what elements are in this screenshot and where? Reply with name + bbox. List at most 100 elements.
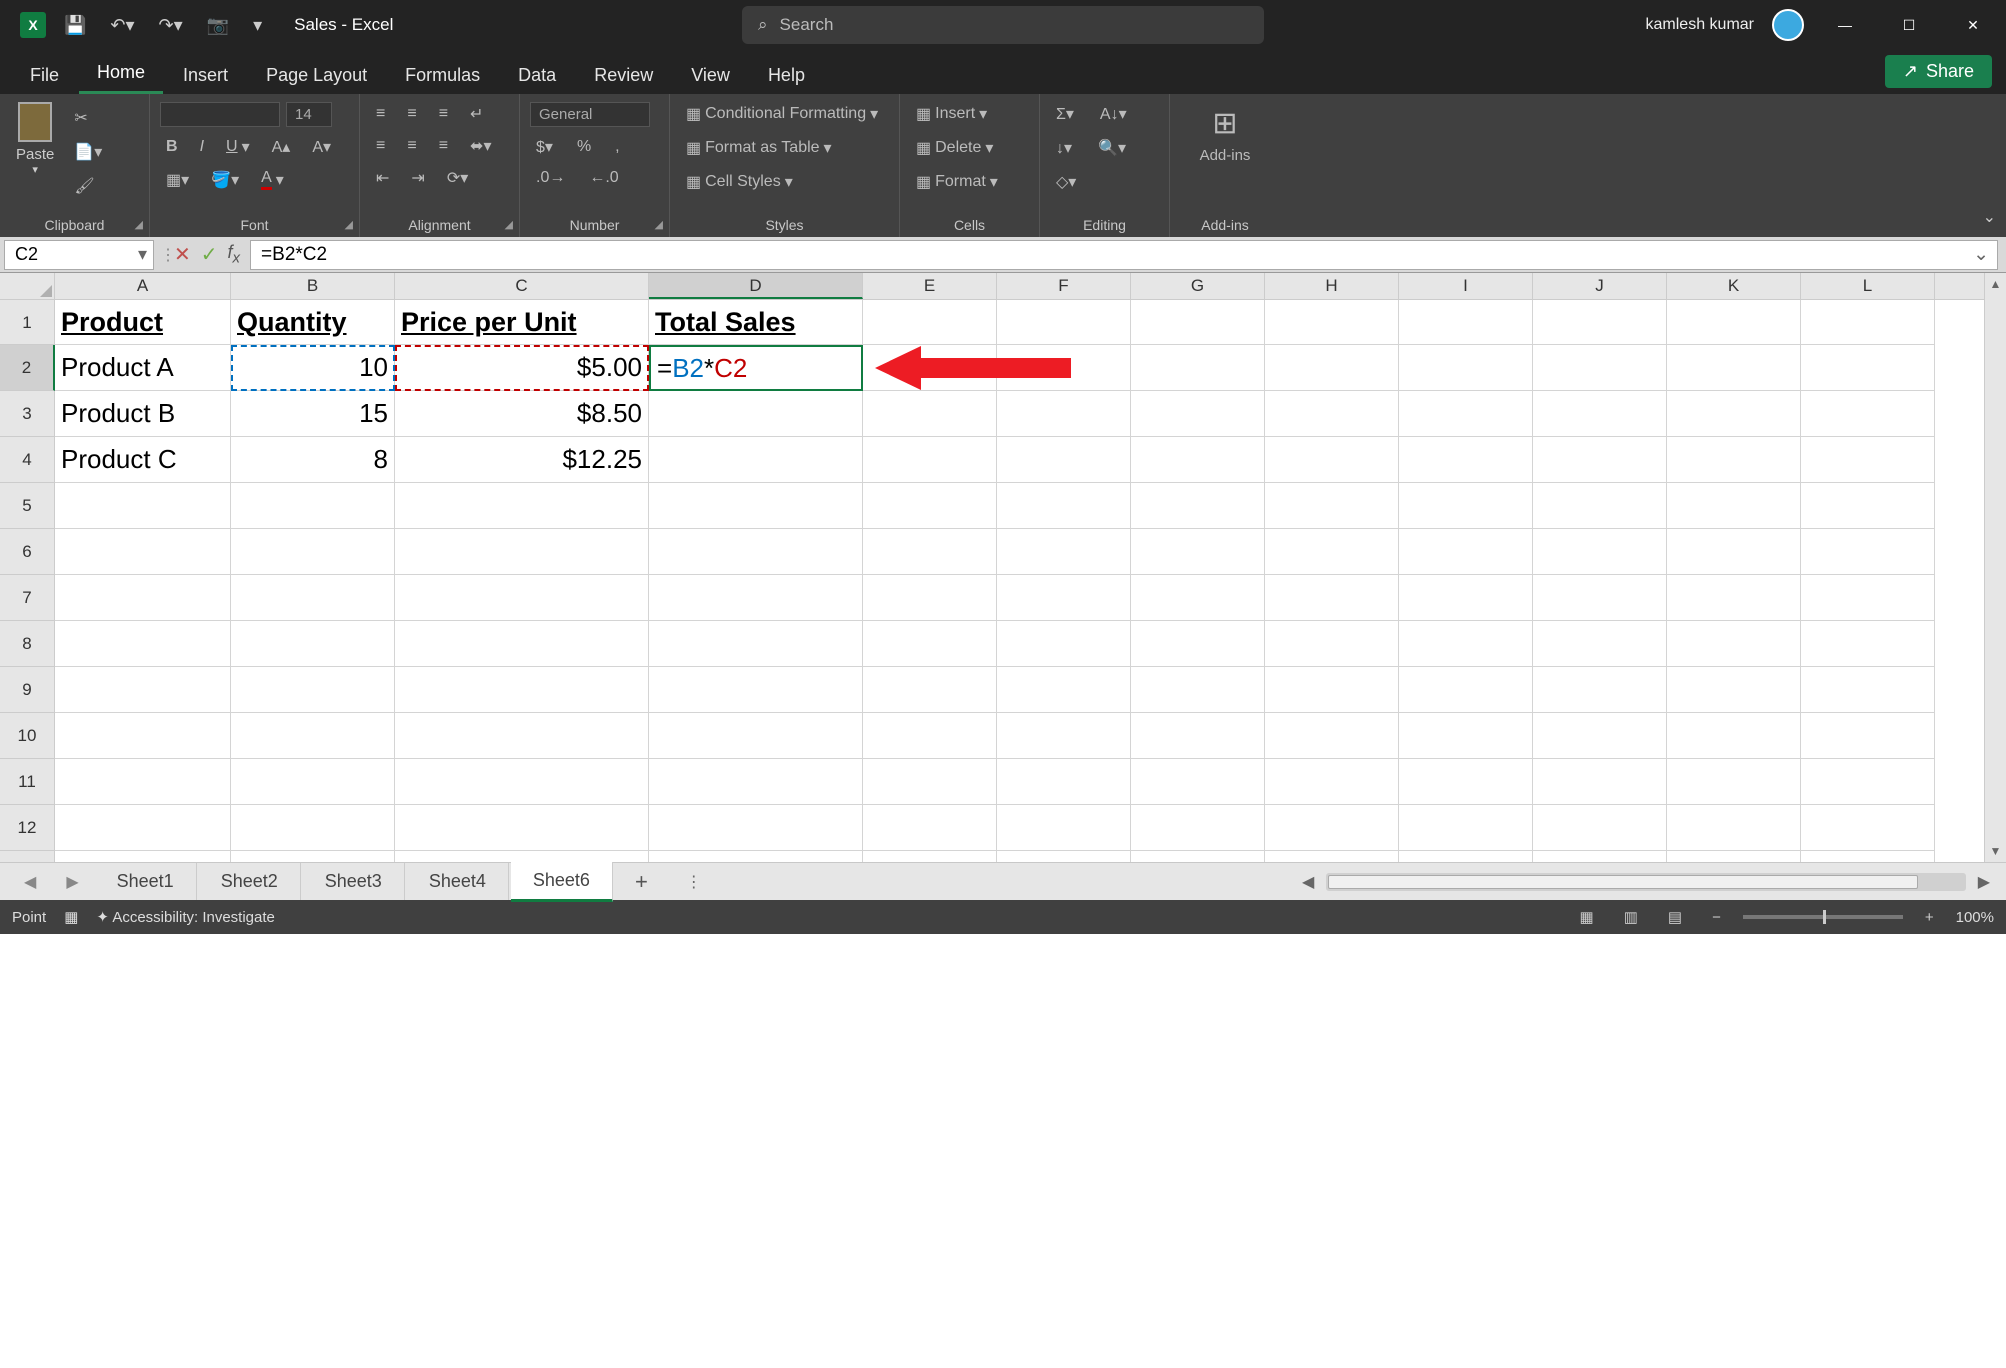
cell[interactable]: [1399, 345, 1533, 391]
sheet-tab-1[interactable]: Sheet1: [95, 863, 197, 900]
cell[interactable]: [649, 759, 863, 805]
cell-B1[interactable]: Quantity: [231, 300, 395, 345]
cell[interactable]: [997, 575, 1131, 621]
cell[interactable]: [1533, 851, 1667, 862]
font-size-input[interactable]: [286, 102, 332, 127]
cell[interactable]: [1801, 851, 1935, 862]
comma-button[interactable]: ,: [609, 135, 625, 159]
cell[interactable]: [55, 851, 231, 862]
decrease-decimal-button[interactable]: ←.0: [583, 167, 624, 189]
active-cell-D2[interactable]: =B2*C2: [649, 345, 863, 391]
accounting-button[interactable]: $▾: [530, 135, 559, 159]
cell[interactable]: [1265, 805, 1399, 851]
borders-button[interactable]: ▦▾: [160, 167, 195, 192]
col-header-K[interactable]: K: [1667, 273, 1801, 299]
cell[interactable]: [649, 529, 863, 575]
cell[interactable]: [395, 483, 649, 529]
cell[interactable]: [1667, 713, 1801, 759]
row-header-9[interactable]: 9: [0, 667, 55, 713]
enter-formula-icon[interactable]: ✓: [201, 242, 218, 267]
sheet-menu-icon[interactable]: ⋮: [670, 872, 718, 892]
avatar[interactable]: [1772, 9, 1804, 41]
cell-C2[interactable]: $5.00: [395, 345, 649, 391]
autosum-button[interactable]: Σ▾: [1050, 102, 1080, 126]
save-icon[interactable]: 💾: [58, 15, 92, 36]
cell[interactable]: [1399, 851, 1533, 862]
cell[interactable]: [649, 667, 863, 713]
camera-icon[interactable]: 📷: [201, 15, 235, 36]
cell[interactable]: [1399, 437, 1533, 483]
cancel-formula-icon[interactable]: ✕: [174, 242, 191, 267]
alignment-dialog-icon[interactable]: ◢: [505, 218, 513, 231]
undo-button[interactable]: ↶▾: [104, 15, 140, 36]
cell-B4[interactable]: 8: [231, 437, 395, 483]
conditional-formatting-button[interactable]: ▦ Conditional Formatting ▾: [680, 102, 889, 126]
cell[interactable]: [1399, 759, 1533, 805]
cell[interactable]: [863, 805, 997, 851]
cell[interactable]: [1131, 345, 1265, 391]
cell[interactable]: [1399, 529, 1533, 575]
cell[interactable]: [1667, 437, 1801, 483]
expand-formula-bar-icon[interactable]: ⌄: [1973, 243, 1989, 266]
view-normal-icon[interactable]: ▦: [1572, 906, 1602, 928]
find-button[interactable]: 🔍▾: [1092, 136, 1132, 160]
cell[interactable]: [1801, 621, 1935, 667]
cell[interactable]: [649, 621, 863, 667]
cell[interactable]: [231, 529, 395, 575]
addins-icon[interactable]: ⊞: [1180, 106, 1270, 141]
insert-cells-button[interactable]: ▦ Insert ▾: [910, 102, 1029, 126]
cell[interactable]: [1265, 345, 1399, 391]
orientation-button[interactable]: ⟳▾: [441, 166, 474, 190]
cell[interactable]: [863, 575, 997, 621]
cell[interactable]: [997, 300, 1131, 345]
cell[interactable]: [1533, 759, 1667, 805]
col-header-D[interactable]: D: [649, 273, 863, 299]
cell[interactable]: [1667, 345, 1801, 391]
cell[interactable]: [1801, 437, 1935, 483]
underline-button[interactable]: U▾: [220, 135, 256, 159]
cell[interactable]: [1399, 575, 1533, 621]
cell[interactable]: [1533, 575, 1667, 621]
bold-button[interactable]: B: [160, 135, 184, 159]
cell[interactable]: [231, 483, 395, 529]
cell[interactable]: [395, 851, 649, 862]
fill-button[interactable]: ↓▾: [1050, 136, 1078, 160]
cell[interactable]: [649, 483, 863, 529]
cell[interactable]: [55, 667, 231, 713]
paste-button[interactable]: Paste ▾: [10, 102, 60, 198]
cell[interactable]: [1667, 575, 1801, 621]
percent-button[interactable]: %: [571, 135, 597, 159]
cell[interactable]: [863, 759, 997, 805]
cell[interactable]: [1667, 300, 1801, 345]
cell[interactable]: [649, 805, 863, 851]
row-header-6[interactable]: 6: [0, 529, 55, 575]
cell[interactable]: [231, 713, 395, 759]
number-format-select[interactable]: [530, 102, 650, 127]
row-header-1[interactable]: 1: [0, 300, 55, 345]
cell[interactable]: [1131, 575, 1265, 621]
cell[interactable]: [1399, 391, 1533, 437]
cell[interactable]: [1801, 759, 1935, 805]
cell[interactable]: [1533, 529, 1667, 575]
cell[interactable]: [55, 483, 231, 529]
cell[interactable]: [1131, 805, 1265, 851]
delete-cells-button[interactable]: ▦ Delete ▾: [910, 136, 1029, 160]
cell[interactable]: [231, 851, 395, 862]
cell[interactable]: [231, 575, 395, 621]
row-header-5[interactable]: 5: [0, 483, 55, 529]
clear-button[interactable]: ◇▾: [1050, 170, 1082, 194]
cell[interactable]: [55, 621, 231, 667]
minimize-button[interactable]: —: [1822, 0, 1868, 50]
cut-button[interactable]: ✂: [68, 106, 108, 130]
row-header-12[interactable]: 12: [0, 805, 55, 851]
row-header-7[interactable]: 7: [0, 575, 55, 621]
col-header-A[interactable]: A: [55, 273, 231, 299]
zoom-out-button[interactable]: −: [1704, 907, 1729, 928]
row-header-13[interactable]: 13: [0, 851, 55, 862]
cell[interactable]: [997, 805, 1131, 851]
col-header-I[interactable]: I: [1399, 273, 1533, 299]
cell[interactable]: [55, 575, 231, 621]
cell[interactable]: [1131, 300, 1265, 345]
cell[interactable]: [1533, 805, 1667, 851]
col-header-F[interactable]: F: [997, 273, 1131, 299]
